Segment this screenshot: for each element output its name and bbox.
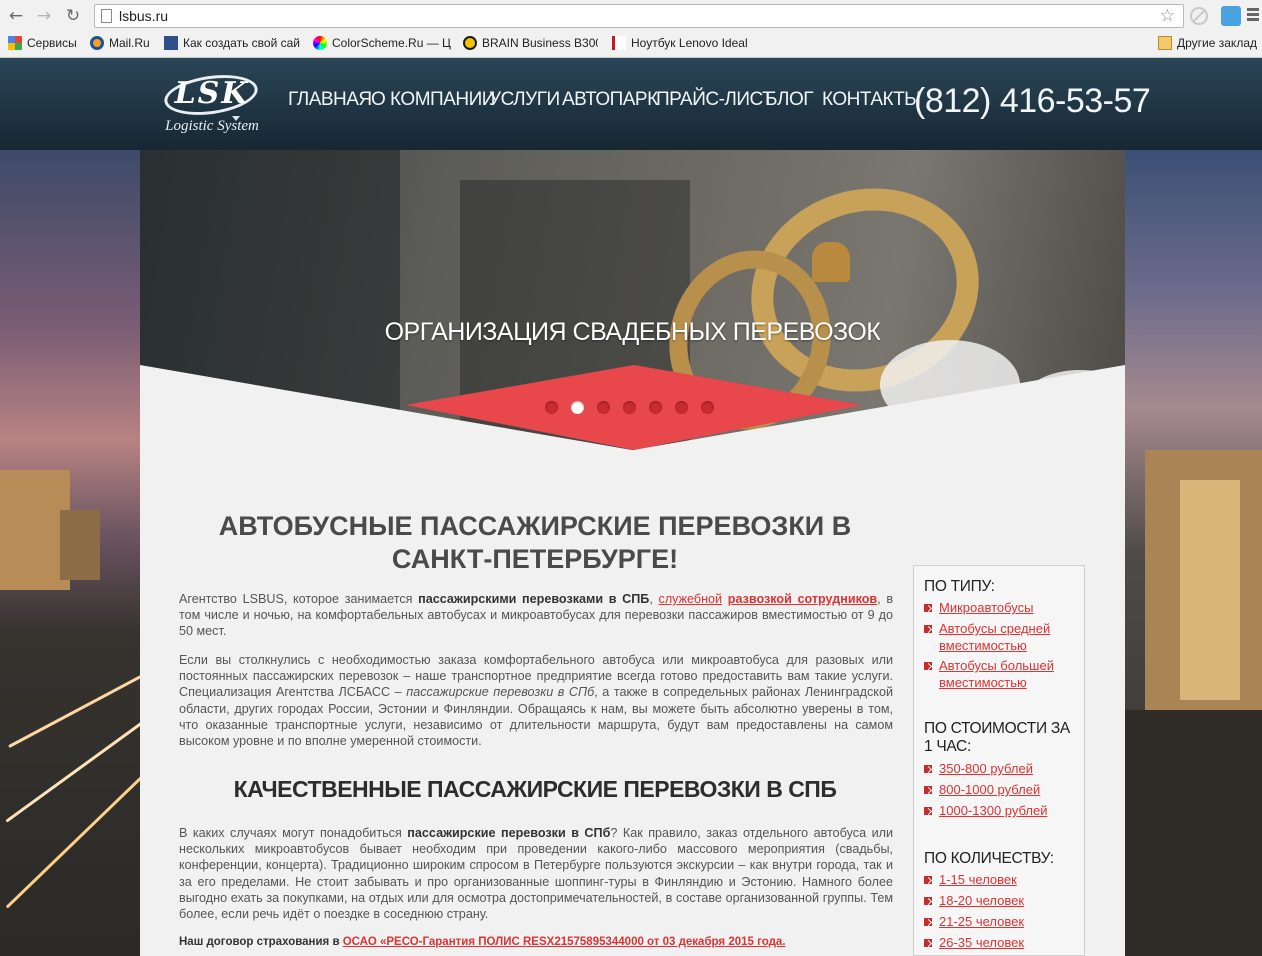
nav-contacts[interactable]: КОНТАКТЫ [822,89,921,111]
city-background-right [1125,150,1262,956]
nav-services[interactable]: УСЛУГИ [489,89,560,111]
bookmark-site[interactable]: Как создать свой сай [164,36,304,50]
address-bar[interactable]: lsbus.ru ☆ [94,4,1184,28]
sidebar-heading-type: ПО ТИПУ: [924,578,995,595]
bookmarks-bar: Сервисы Mail.Ru Как создать свой сай Col… [0,33,1262,55]
slider-dot-1[interactable] [545,401,558,414]
site-icon [164,36,178,50]
bell-icon [812,242,850,282]
bookmark-apps[interactable]: Сервисы [8,36,77,50]
arrow-bullet-icon [924,786,932,794]
arrow-bullet-icon [924,876,932,884]
notebook-icon [612,36,626,50]
sidebar-link-count-1[interactable]: 1-15 человек [924,872,1074,889]
arrow-bullet-icon [924,939,932,947]
arrow-bullet-icon [924,807,932,815]
folder-icon [1158,36,1172,50]
bookmark-notebook[interactable]: Ноутбук Lenovo Ideal [612,36,750,50]
sidebar-link-price-2[interactable]: 800-1000 рублей [924,782,1074,799]
link-sluzhebnoy[interactable]: служебной [659,592,723,606]
sidebar-heading-count: ПО КОЛИЧЕСТВУ: [924,850,1054,867]
nav-about[interactable]: О КОМПАНИИ [371,89,495,111]
bookmark-star-icon[interactable]: ☆ [1160,6,1175,26]
bookmark-colorscheme[interactable]: ColorScheme.Ru — Ц [313,36,451,50]
arrow-bullet-icon [924,765,932,773]
nav-price[interactable]: ПРАЙС-ЛИСТ [656,89,774,111]
sidebar-link-count-2[interactable]: 18-20 человек [924,893,1074,910]
slider-dot-5[interactable] [649,401,662,414]
url-text[interactable]: lsbus.ru [119,8,168,24]
arrow-bullet-icon [924,897,932,905]
colorscheme-icon [313,36,327,50]
insurance-link[interactable]: ОСАО «РЕСО-Гарантия ПОЛИС RESX2157589534… [343,936,786,948]
other-bookmarks[interactable]: Другие заклад [1158,36,1262,50]
filter-sidebar: ПО ТИПУ: Микроавтобусы Автобусы средней … [913,565,1085,956]
sidebar-link-price-1[interactable]: 350-800 рублей [924,761,1074,778]
city-background-left [0,150,140,956]
site-logo[interactable]: LSK Logistic System [158,69,262,136]
cases-paragraph: В каких случаях могут понадобиться пасса… [179,826,893,922]
secondary-heading: КАЧЕСТВЕННЫЕ ПАССАЖИРСКИЕ ПЕРЕВОЗКИ В СП… [233,776,837,802]
slide-title: ОРГАНИЗАЦИЯ СВАДЕБНЫХ ПЕРЕВОЗОК [384,318,881,346]
bookmark-mailru[interactable]: Mail.Ru [90,36,150,50]
mailru-icon [90,36,104,50]
sidebar-link-large-buses[interactable]: Автобусы большей вместимостью [924,658,1074,691]
phone-number[interactable]: (812) 416-53-57 [914,82,1151,121]
extension-icon[interactable] [1221,6,1241,26]
sidebar-link-price-3[interactable]: 1000-1300 рублей [924,803,1074,820]
intro-paragraph: Агентство LSBUS, которое занимается пасс… [179,592,894,639]
browser-chrome: ← → ↻ lsbus.ru ☆ Сервисы Mail.Ru Как соз… [0,0,1262,58]
arrow-bullet-icon [924,625,932,633]
logo-mark: LSK [174,76,250,111]
arrow-bullet-icon [924,604,932,612]
slider-dot-3[interactable] [597,401,610,414]
forward-arrow-icon[interactable]: → [34,6,54,26]
bookmark-brain[interactable]: BRAIN Business B300 [463,36,598,50]
brain-icon [463,36,477,50]
browser-menu-icon[interactable] [1247,8,1259,23]
site-header: LSK Logistic System ГЛАВНАЯ О КОМПАНИИ У… [0,58,1262,150]
nav-home[interactable]: ГЛАВНАЯ [288,89,372,111]
arrow-bullet-icon [924,918,932,926]
services-paragraph: Если вы столкнулись с необходимостью зак… [179,653,893,749]
back-arrow-icon[interactable]: ← [6,6,26,26]
browser-toolbar: ← → ↻ lsbus.ru ☆ [0,0,1262,32]
page-icon [101,9,112,23]
slider-dot-7[interactable] [701,401,714,414]
block-icon[interactable] [1190,7,1208,25]
arrow-bullet-icon [924,662,932,670]
sidebar-link-count-3[interactable]: 21-25 человек [924,914,1074,931]
apps-icon [8,36,22,50]
sidebar-link-medium-buses[interactable]: Автобусы средней вместимостью [924,621,1074,654]
main-heading: АВТОБУСНЫЕ ПАССАЖИРСКИЕ ПЕРЕВОЗКИ В САНК… [218,511,852,574]
link-razvozka[interactable]: развозкой сотрудников [728,592,877,606]
sidebar-link-minibuses[interactable]: Микроавтобусы [924,600,1074,617]
sidebar-link-count-4[interactable]: 26-35 человек [924,935,1074,952]
logo-subtitle: Logistic System [165,118,259,134]
slider-dot-2[interactable] [571,401,584,414]
slider-dot-4[interactable] [623,401,636,414]
nav-fleet[interactable]: АВТОПАРК [562,89,658,111]
sidebar-heading-price: ПО СТОИМОСТИ ЗА 1 ЧАС: [924,720,1070,755]
slider-dot-6[interactable] [675,401,688,414]
nav-blog[interactable]: БЛОГ [765,89,814,111]
insurance-contract: Наш договор страхования в ОСАО «РЕСО-Гар… [179,936,786,948]
reload-icon[interactable]: ↻ [63,6,83,26]
chevron-down-icon [232,116,240,121]
